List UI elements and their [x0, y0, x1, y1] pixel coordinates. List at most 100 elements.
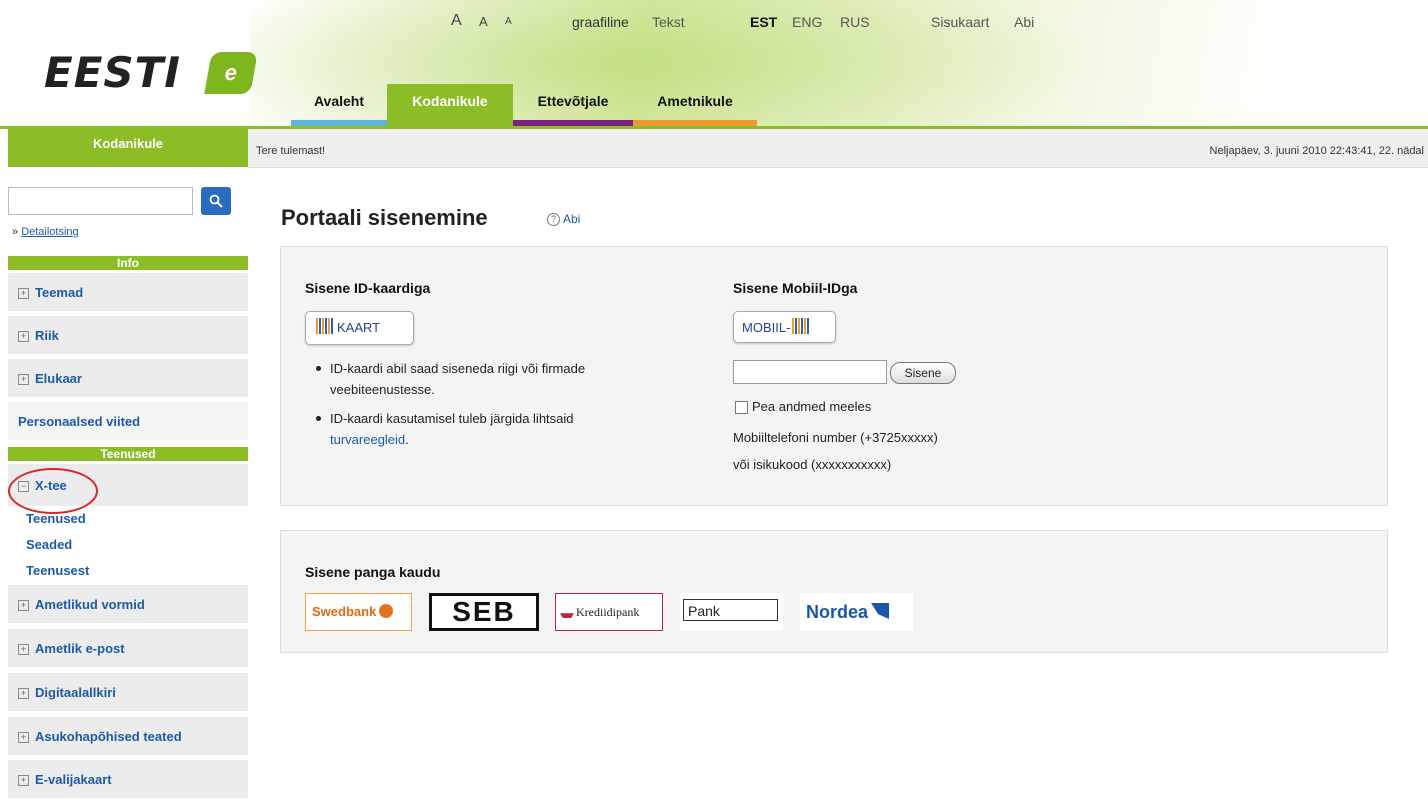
bank-nordea-button[interactable]: Nordea	[800, 593, 913, 631]
sidebar-item-riik[interactable]: + Riik	[8, 316, 248, 356]
sidebar-item-ametlik-epost[interactable]: + Ametlik e-post	[8, 629, 248, 669]
font-size-large-button[interactable]: A	[451, 12, 462, 30]
tab-ettevotjale[interactable]: Ettevõtjale	[513, 84, 633, 128]
tab-kodanikule[interactable]: Kodanikule	[387, 84, 513, 128]
site-logo[interactable]: EESTI	[44, 48, 181, 97]
sidebar-item-label: Ametlik e-post	[35, 641, 125, 656]
sidebar-item-label: Teemad	[35, 285, 84, 300]
id-card-bullet: ID-kaardi kasutamisel tuleb järgida liht…	[316, 408, 690, 450]
security-rules-link[interactable]: turvareegleid	[330, 432, 405, 447]
swedbank-logo-icon	[379, 604, 394, 618]
bullet-end: .	[405, 432, 409, 447]
sidebar-item-label: Personaalsed viited	[18, 414, 141, 429]
bank-panel	[280, 530, 1388, 653]
search-button[interactable]	[201, 187, 231, 215]
sidebar-item-digitaalallkiri[interactable]: + Digitaalallkiri	[8, 673, 248, 713]
datetime-text: Neljapäev, 3. juuni 2010 22:43:41, 22. n…	[1209, 145, 1424, 157]
mobile-hint-phone: Mobiiltelefoni number (+3725xxxxx)	[733, 430, 938, 445]
sidebar-item-label: Asukohapõhised teated	[35, 729, 182, 744]
sidebar-item-elukaar[interactable]: + Elukaar	[8, 359, 248, 399]
sub-item-teenusest[interactable]: Teenusest	[26, 563, 89, 578]
highlight-circle	[8, 468, 98, 514]
view-text-link[interactable]: Tekst	[652, 14, 685, 30]
sidebar-item-ametlikud-vormid[interactable]: + Ametlikud vormid	[8, 585, 248, 625]
bullet-icon	[316, 416, 321, 421]
logo-mark-icon[interactable]: e	[204, 52, 258, 94]
welcome-text: Tere tulemast!	[256, 145, 326, 157]
sidebar-item-label: Elukaar	[35, 371, 82, 386]
krediidipank-logo-icon	[560, 613, 574, 618]
sidebar-item-asukohapohised-teated[interactable]: + Asukohapõhised teated	[8, 717, 248, 757]
remember-label: Pea andmed meeles	[752, 399, 872, 414]
lang-eng-link[interactable]: ENG	[792, 14, 822, 30]
view-graphic-link[interactable]: graafiline	[572, 14, 629, 30]
detail-search: » Detailotsing	[12, 226, 79, 238]
sidebar-item-personal[interactable]: Personaalsed viited	[8, 402, 248, 442]
bank-label: Swedbank	[312, 604, 377, 619]
bank-seb-button[interactable]: SEB	[429, 593, 539, 631]
sidebar-item-teemad[interactable]: + Teemad	[8, 273, 248, 313]
bank-label: SEB	[452, 596, 516, 627]
sidebar-item-label: Riik	[35, 328, 59, 343]
help-top-link[interactable]: Abi	[1014, 14, 1034, 30]
tab-label: Ettevõtjale	[537, 93, 609, 109]
section-services-header: Teenused	[8, 447, 248, 461]
bullet-text: ID-kaardi kasutamisel tuleb järgida liht…	[330, 411, 574, 426]
tab-avaleht[interactable]: Avaleht	[291, 84, 387, 128]
bank-label: Nordea	[806, 602, 869, 622]
bank-label: Krediidipank	[576, 605, 640, 619]
id-logo-icon	[316, 318, 334, 334]
expand-icon: +	[18, 775, 29, 786]
detail-search-link[interactable]: Detailotsing	[21, 226, 78, 238]
expand-icon: +	[18, 732, 29, 743]
lang-est-link[interactable]: EST	[750, 14, 777, 30]
tab-label: Kodanikule	[412, 93, 488, 109]
bank-krediidipank-button[interactable]: Krediidipank	[555, 593, 663, 631]
expand-icon: +	[18, 331, 29, 342]
expand-icon: +	[18, 688, 29, 699]
font-size-small-button[interactable]: A	[505, 16, 512, 27]
id-card-heading: Sisene ID-kaardiga	[305, 280, 431, 296]
id-logo-icon	[792, 318, 811, 334]
sidebar-item-label: Digitaalallkiri	[35, 685, 116, 700]
bank-label: Pank	[683, 599, 778, 621]
bullet-text: ID-kaardi abil saad siseneda riigi või f…	[330, 361, 586, 397]
help-link[interactable]: Abi	[563, 212, 580, 226]
sub-item-seaded[interactable]: Seaded	[26, 537, 72, 552]
bullet-icon	[316, 366, 321, 371]
help-icon[interactable]: ?	[547, 213, 560, 226]
mobile-hint-code: või isikukood (xxxxxxxxxxx)	[733, 457, 892, 472]
mobile-id-button[interactable]: MOBIIL-	[733, 311, 836, 343]
mobile-login-button[interactable]: Sisene	[890, 362, 956, 384]
id-card-button[interactable]: KAART	[305, 311, 414, 345]
search-input[interactable]	[8, 187, 193, 215]
tab-label: Ametnikule	[657, 93, 733, 109]
welcome-bar: Tere tulemast! Neljapäev, 3. juuni 2010 …	[248, 129, 1428, 168]
id-card-button-label: KAART	[337, 320, 381, 335]
section-info-header: Info	[8, 256, 248, 270]
search-icon	[209, 194, 223, 208]
tab-ametnikule[interactable]: Ametnikule	[633, 84, 757, 128]
expand-icon: +	[18, 374, 29, 385]
expand-icon: +	[18, 600, 29, 611]
sub-item-teenused[interactable]: Teenused	[26, 511, 86, 526]
nordea-logo-icon	[871, 603, 890, 619]
mobile-number-input[interactable]	[733, 360, 887, 384]
sidebar-item-label: E-valijakaart	[35, 772, 112, 787]
sitemap-link[interactable]: Sisukaart	[931, 14, 989, 30]
sidebar-item-e-valijakaart[interactable]: + E-valijakaart	[8, 760, 248, 800]
detail-search-prefix: »	[12, 226, 19, 238]
mobile-id-heading: Sisene Mobiil-IDga	[733, 280, 858, 296]
lang-rus-link[interactable]: RUS	[840, 14, 870, 30]
expand-icon: +	[18, 644, 29, 655]
mobile-id-button-label: MOBIIL-	[742, 320, 791, 335]
bank-swedbank-button[interactable]: Swedbank	[305, 593, 412, 631]
id-card-bullet: ID-kaardi abil saad siseneda riigi või f…	[316, 358, 690, 400]
page-title: Portaali sisenemine	[281, 205, 488, 230]
bank-pank-button[interactable]: Pank	[680, 593, 783, 631]
font-size-medium-button[interactable]: A	[479, 14, 488, 29]
remember-checkbox[interactable]	[735, 401, 748, 414]
sidebar-item-label: Ametlikud vormid	[35, 597, 145, 612]
expand-icon: +	[18, 288, 29, 299]
bank-heading: Sisene panga kaudu	[305, 564, 441, 580]
